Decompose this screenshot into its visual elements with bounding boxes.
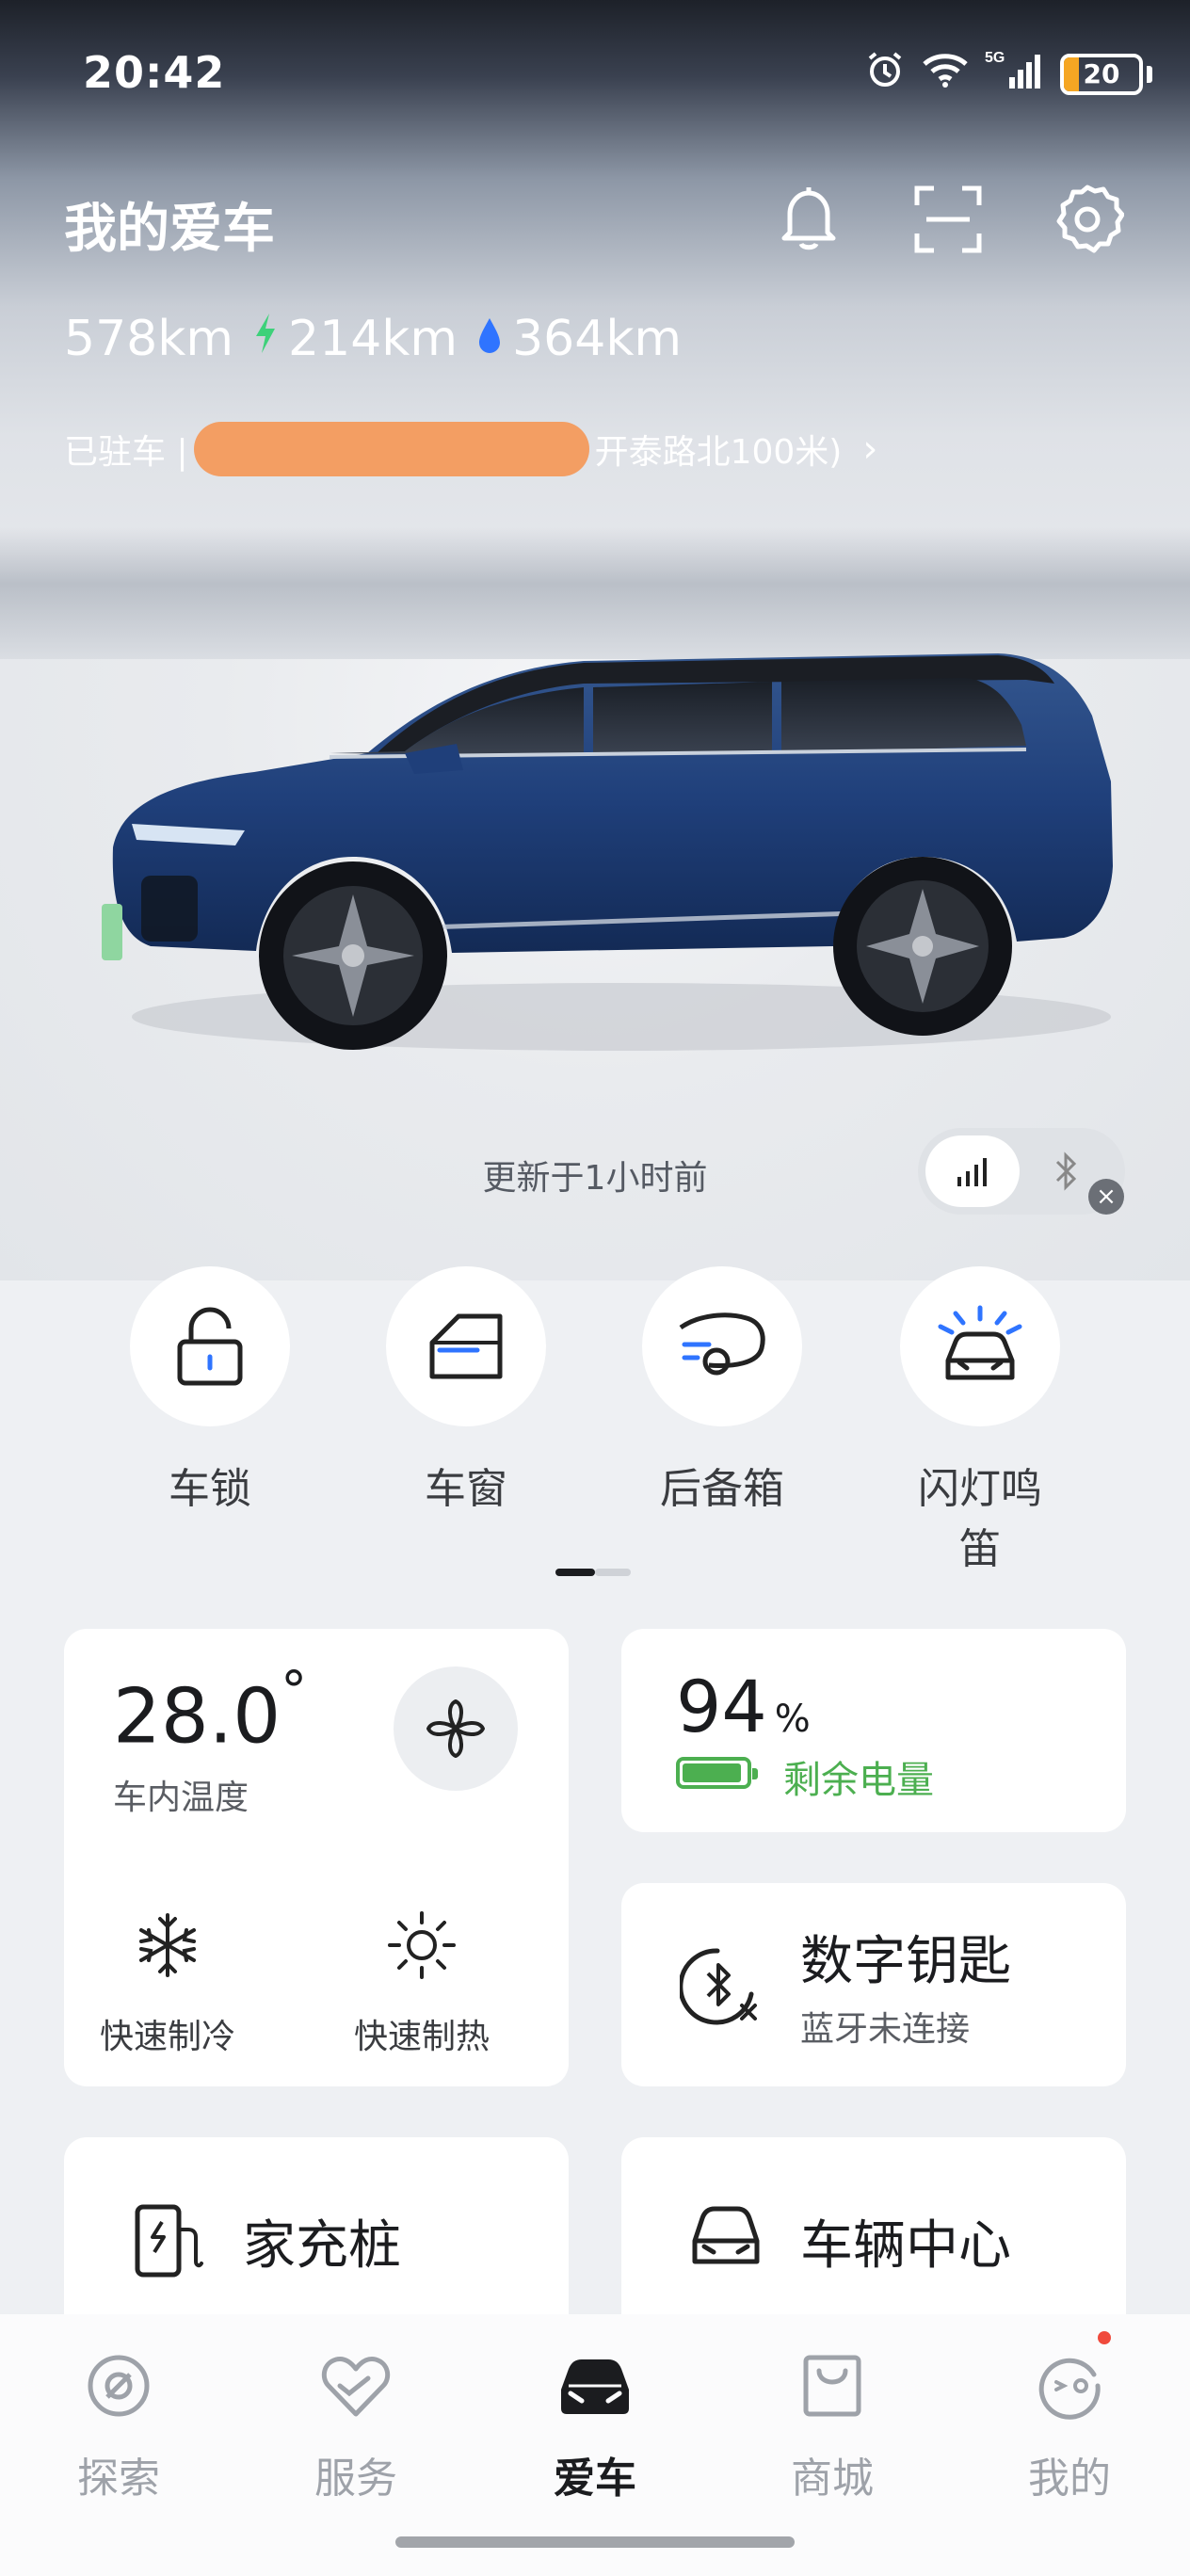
lightning-icon xyxy=(252,311,279,367)
fan-button[interactable] xyxy=(394,1666,518,1791)
tab-explore[interactable]: 探索 xyxy=(24,2348,213,2504)
fuel-drop-icon xyxy=(476,311,503,367)
page-indicator xyxy=(555,1569,631,1576)
battery-percent-unit: % xyxy=(774,1698,811,1741)
tab-mall-label: 商城 xyxy=(791,2455,874,2503)
trunk-icon xyxy=(642,1266,802,1426)
cabin-temperature-value: 28.0 xyxy=(113,1672,281,1761)
settings-gear-icon[interactable] xyxy=(1047,179,1128,260)
trunk-control[interactable]: 后备箱 xyxy=(642,1266,802,1515)
status-time: 20:42 xyxy=(83,47,226,98)
page-dot xyxy=(595,1569,631,1576)
vehicle-center-label: 车辆中心 xyxy=(800,2215,1011,2277)
tab-explore-label: 探索 xyxy=(77,2455,160,2503)
notification-dot xyxy=(1098,2331,1111,2344)
battery-card[interactable]: 94% 剩余电量 xyxy=(621,1629,1126,1832)
tab-my-car-label: 爱车 xyxy=(554,2455,636,2503)
car-window-icon xyxy=(386,1266,546,1426)
lock-icon xyxy=(130,1266,290,1426)
battery-label: 剩余电量 xyxy=(783,1759,934,1802)
alarm-icon xyxy=(864,49,906,99)
cabin-temperature: 28.0° xyxy=(113,1661,307,1761)
climate-card[interactable]: 28.0° 车内温度 快速制冷 快速制热 xyxy=(64,1629,569,2086)
tab-service-label: 服务 xyxy=(314,2455,397,2503)
status-bar: 20:42 5G 20 xyxy=(0,0,1190,151)
page-title: 我的爱车 xyxy=(64,199,275,260)
page-dot-active xyxy=(555,1569,595,1576)
lock-label: 车锁 xyxy=(169,1465,251,1513)
tab-my-car[interactable]: 爱车 xyxy=(501,2348,689,2504)
electric-range: 214km xyxy=(252,311,458,367)
bluetooth-key-icon xyxy=(678,1940,764,2034)
charger-icon xyxy=(130,2201,207,2278)
digital-key-card[interactable]: 数字钥匙 蓝牙未连接 xyxy=(621,1883,1126,2086)
flash-horn-control[interactable]: 闪灯鸣笛 xyxy=(900,1266,1060,1575)
battery-tip xyxy=(1147,65,1152,83)
home-indicator[interactable] xyxy=(395,2536,795,2548)
battery-percent: 94% xyxy=(676,1665,811,1748)
parking-address-tail: 开泰路北100米) xyxy=(594,433,843,472)
notification-bell-icon[interactable] xyxy=(768,179,849,260)
tab-mine-label: 我的 xyxy=(1028,2455,1111,2503)
car-image xyxy=(94,621,1130,1073)
status-battery: 20 xyxy=(1060,53,1143,95)
total-range-value: 578km xyxy=(64,311,234,367)
scan-icon[interactable] xyxy=(908,179,989,260)
tab-mine[interactable]: 我的 xyxy=(975,2348,1164,2504)
parking-status: 已驻车 | xyxy=(64,433,188,472)
heart-hand-icon xyxy=(262,2348,450,2423)
svg-text:5G: 5G xyxy=(985,50,1005,66)
electric-range-value: 214km xyxy=(288,311,458,367)
face-icon xyxy=(975,2348,1164,2423)
bluetooth-disconnected-badge: × xyxy=(1088,1179,1124,1215)
cabin-temperature-label: 车内温度 xyxy=(113,1779,249,1817)
car-flash-icon xyxy=(900,1266,1060,1426)
quick-cool-label: 快速制冷 xyxy=(99,2018,235,2056)
lock-control[interactable]: 车锁 xyxy=(130,1266,290,1515)
window-label: 车窗 xyxy=(425,1465,507,1513)
status-icons: 5G 20 xyxy=(864,49,1152,99)
cellular-signal-icon[interactable] xyxy=(925,1135,1020,1207)
compass-icon xyxy=(24,2348,213,2423)
snowflake-icon xyxy=(83,1908,252,1983)
sun-icon xyxy=(337,1908,507,1983)
signal-icon: 5G xyxy=(985,49,1045,99)
range-row: 578km 214km 364km xyxy=(64,311,682,367)
window-control[interactable]: 车窗 xyxy=(386,1266,546,1515)
temperature-unit: ° xyxy=(281,1661,308,1722)
quick-heat-label: 快速制热 xyxy=(353,2018,490,2056)
shopping-bag-icon xyxy=(738,2348,926,2423)
chevron-right-icon: › xyxy=(862,427,878,471)
quick-cool-button[interactable]: 快速制冷 xyxy=(83,1908,252,2058)
home-charger-label: 家充桩 xyxy=(243,2215,401,2277)
tab-mall[interactable]: 商城 xyxy=(738,2348,926,2504)
car-filled-icon xyxy=(501,2348,689,2423)
tab-service[interactable]: 服务 xyxy=(262,2348,450,2504)
digital-key-status: 蓝牙未连接 xyxy=(800,2010,971,2049)
battery-percent-value: 94 xyxy=(676,1665,767,1748)
quick-heat-button[interactable]: 快速制热 xyxy=(337,1908,507,2058)
digital-key-title: 数字钥匙 xyxy=(800,1931,1011,1992)
redacted-address xyxy=(193,422,589,476)
car-front-icon xyxy=(687,2201,764,2278)
parking-location-link[interactable]: 已驻车 | 开泰路北100米) › xyxy=(64,422,877,476)
fuel-range-value: 364km xyxy=(512,311,683,367)
battery-level-icon xyxy=(676,1757,758,1789)
wifi-icon xyxy=(921,51,970,97)
trunk-label: 后备箱 xyxy=(660,1465,784,1513)
flash-horn-label: 闪灯鸣笛 xyxy=(918,1465,1042,1573)
fan-icon xyxy=(426,1699,485,1758)
fuel-range: 364km xyxy=(476,311,682,367)
total-range: 578km xyxy=(64,311,233,367)
